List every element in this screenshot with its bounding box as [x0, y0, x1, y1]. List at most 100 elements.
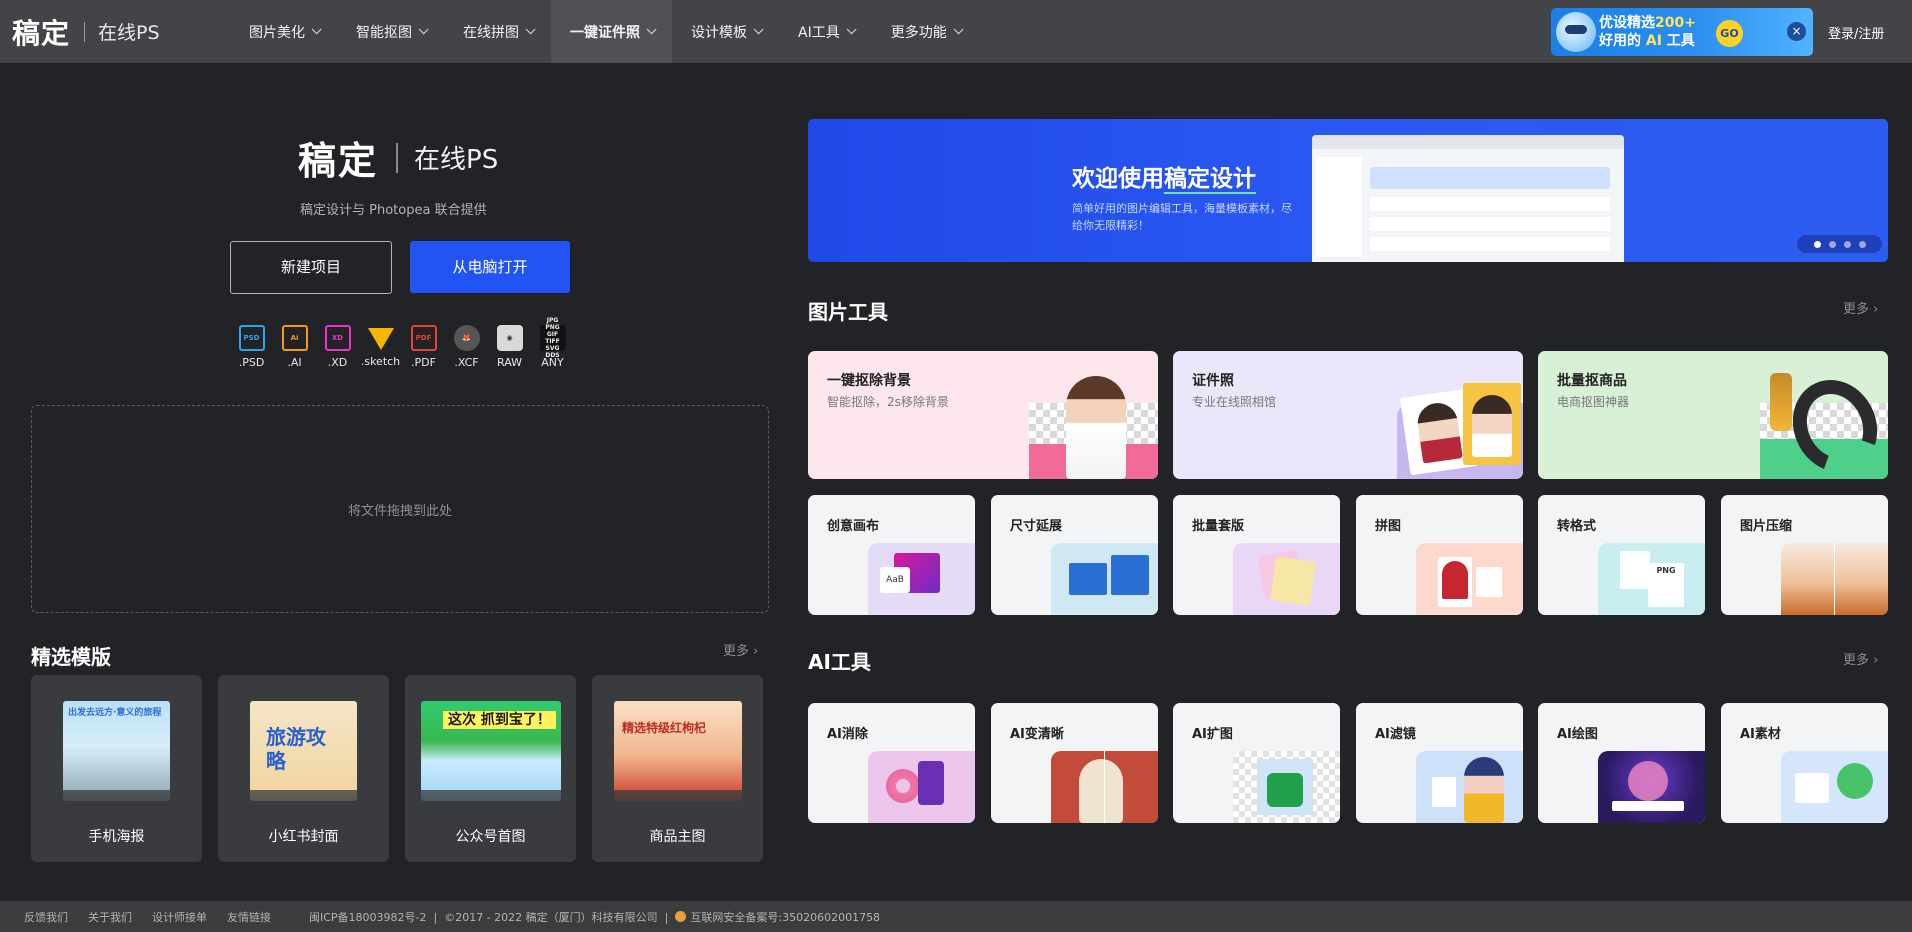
format-raw: ◉ RAW	[488, 325, 531, 369]
format-label: .sketch	[360, 355, 401, 368]
convert-format-art: PNG	[1598, 543, 1705, 615]
new-project-button[interactable]: 新建项目	[230, 241, 392, 294]
robot-mascot-icon	[1556, 12, 1596, 52]
hero-logo: 稿定 在线PS	[298, 130, 498, 185]
nav-online-collage[interactable]: 在线拼图	[444, 0, 551, 63]
nav-id-photo[interactable]: 一键证件照	[551, 0, 672, 63]
image-tools-more-link[interactable]: 更多 ›	[1843, 298, 1878, 317]
nav-image-beautify[interactable]: 图片美化	[230, 0, 337, 63]
login-register-link[interactable]: 登录/注册	[1828, 23, 1884, 42]
promo-text: 优设精选200+ 好用的 AI 工具	[1599, 14, 1696, 50]
top-nav-bar: 稿定 在线PS 图片美化 智能抠图 在线拼图 一键证件照 设计模板 AI工具 更…	[0, 0, 1912, 63]
nav-label: AI工具	[798, 24, 840, 41]
art-text-block: AaB	[880, 567, 910, 593]
card-title: 批量套版	[1192, 519, 1245, 534]
footer-feedback-link[interactable]: 反馈我们	[24, 909, 68, 925]
template-card-wechat-header[interactable]: 这次 抓到宝了！ 公众号首图	[405, 675, 576, 862]
open-from-computer-button[interactable]: 从电脑打开	[410, 241, 570, 293]
banner-title: 欢迎使用稿定设计	[1072, 159, 1256, 194]
promo-line2: 好用的	[1599, 33, 1641, 49]
art-block	[1476, 567, 1502, 597]
template-card-phone-poster[interactable]: 出发去远方·意义的旅程 手机海报	[31, 675, 202, 862]
card-title: 尺寸延展	[1010, 519, 1063, 534]
tool-convert-format[interactable]: 转格式 PNG	[1538, 495, 1705, 615]
chevron-down-icon	[525, 24, 536, 35]
ai-tool-erase[interactable]: AI消除	[808, 703, 975, 823]
tool-remove-background[interactable]: 一键抠除背景 智能抠除，2s移除背景	[808, 351, 1158, 479]
logo-subtitle: 在线PS	[98, 22, 160, 44]
nav-label: 一键证件照	[570, 24, 640, 41]
format-label: RAW	[497, 356, 522, 369]
filter-art	[1416, 751, 1523, 823]
template-card-xiaohongshu-cover[interactable]: 旅游攻略 小红书封面	[218, 675, 389, 862]
tool-image-compress[interactable]: 图片压缩	[1721, 495, 1888, 615]
nav-ai-tools[interactable]: AI工具	[779, 0, 872, 63]
template-thumbnail: 旅游攻略	[250, 701, 357, 801]
hero-caption: 稿定设计与 Photopea 联合提供	[300, 203, 487, 218]
banner-carousel-dots	[1797, 235, 1882, 253]
carousel-dot[interactable]	[1843, 240, 1851, 248]
thumbnail-text: 旅游攻略	[266, 725, 326, 773]
security-record[interactable]: 互联网安全备案号:35020602001758	[690, 911, 880, 924]
thumbnail-text: 精选特级红枸杞	[622, 721, 707, 735]
supported-formats: PSD .PSD Ai .AI XD .XD .sketch PDF .PDF 🦊 .XC…	[230, 317, 574, 369]
screenshot-row	[1370, 237, 1610, 251]
tool-size-extend[interactable]: 尺寸延展	[991, 495, 1158, 615]
template-thumbnail: 这次 抓到宝了！	[421, 701, 561, 801]
ai-tools-more-link[interactable]: 更多 ›	[1843, 649, 1878, 668]
template-card-product-main[interactable]: 精选特级红枸杞 商品主图	[592, 675, 763, 862]
close-icon[interactable]: ×	[1787, 22, 1806, 41]
nav-smart-cutout[interactable]: 智能抠图	[337, 0, 444, 63]
site-logo[interactable]: 稿定 在线PS	[0, 0, 230, 63]
art-block	[1795, 773, 1829, 803]
carousel-dot[interactable]	[1858, 240, 1866, 248]
icp-record[interactable]: 闽ICP备18003982号-2	[309, 911, 427, 924]
footer-designer-orders-link[interactable]: 设计师接单	[152, 909, 207, 925]
chevron-down-icon	[418, 24, 429, 35]
nav-design-templates[interactable]: 设计模板	[672, 0, 779, 63]
screenshot-sidebar	[1316, 157, 1362, 257]
compare-divider	[1834, 543, 1835, 615]
promo-go-button[interactable]: GO	[1716, 20, 1743, 47]
card-title: 转格式	[1557, 519, 1597, 534]
footer-about-link[interactable]: 关于我们	[88, 909, 132, 925]
card-title: 批量抠商品	[1557, 373, 1627, 389]
tool-creative-canvas[interactable]: 创意画布 AaB	[808, 495, 975, 615]
welcome-banner[interactable]: 欢迎使用稿定设计 简单好用的图片编辑工具，海量模板素材，尽给你无限精彩！	[808, 119, 1888, 262]
format-any: JPG PNG GIF TIFF SVG DDS ANY	[531, 317, 574, 369]
logo-brand: 稿定	[12, 16, 71, 50]
tool-batch-product-cutout[interactable]: 批量抠商品 电商抠图神器	[1538, 351, 1888, 479]
card-title: AI绘图	[1557, 727, 1598, 742]
carousel-dot[interactable]	[1813, 240, 1821, 248]
tool-id-photo[interactable]: 证件照 专业在线照相馆	[1173, 351, 1523, 479]
art-figure	[1442, 561, 1468, 599]
id-photo-yellow	[1463, 383, 1521, 465]
sketch-file-icon	[367, 328, 394, 350]
ai-tool-drawing[interactable]: AI绘图	[1538, 703, 1705, 823]
xd-file-icon: XD	[324, 325, 351, 351]
ai-tool-assets[interactable]: AI素材	[1721, 703, 1888, 823]
carousel-dot[interactable]	[1828, 240, 1836, 248]
card-title: 一键抠除背景	[827, 373, 911, 389]
nav-more-features[interactable]: 更多功能	[872, 0, 979, 63]
ai-tool-expand[interactable]: AI扩图	[1173, 703, 1340, 823]
xcf-file-icon: 🦊	[453, 325, 480, 351]
portrait-cutout	[1066, 376, 1126, 479]
file-drop-zone[interactable]: 将文件拖拽到此处	[31, 405, 769, 613]
serum-bottle-icon	[1770, 373, 1792, 431]
footer-friend-links[interactable]: 友情链接	[227, 909, 271, 925]
ai-tool-filter[interactable]: AI滤镜	[1356, 703, 1523, 823]
assets-art	[1781, 751, 1888, 823]
tool-batch-template[interactable]: 批量套版	[1173, 495, 1340, 615]
ai-tools-promo-banner[interactable]: 优设精选200+ 好用的 AI 工具 GO ×	[1551, 8, 1813, 56]
batch-template-art	[1233, 543, 1340, 615]
chevron-down-icon	[753, 24, 764, 35]
ai-tool-sharpen[interactable]: AI变清晰	[991, 703, 1158, 823]
art-block	[1270, 556, 1316, 606]
templates-more-link[interactable]: 更多 ›	[723, 640, 758, 659]
collage-art	[1416, 543, 1523, 615]
tool-collage[interactable]: 拼图	[1356, 495, 1523, 615]
hero-divider	[396, 142, 399, 173]
expand-art	[1233, 751, 1340, 823]
card-title: 证件照	[1192, 373, 1234, 389]
